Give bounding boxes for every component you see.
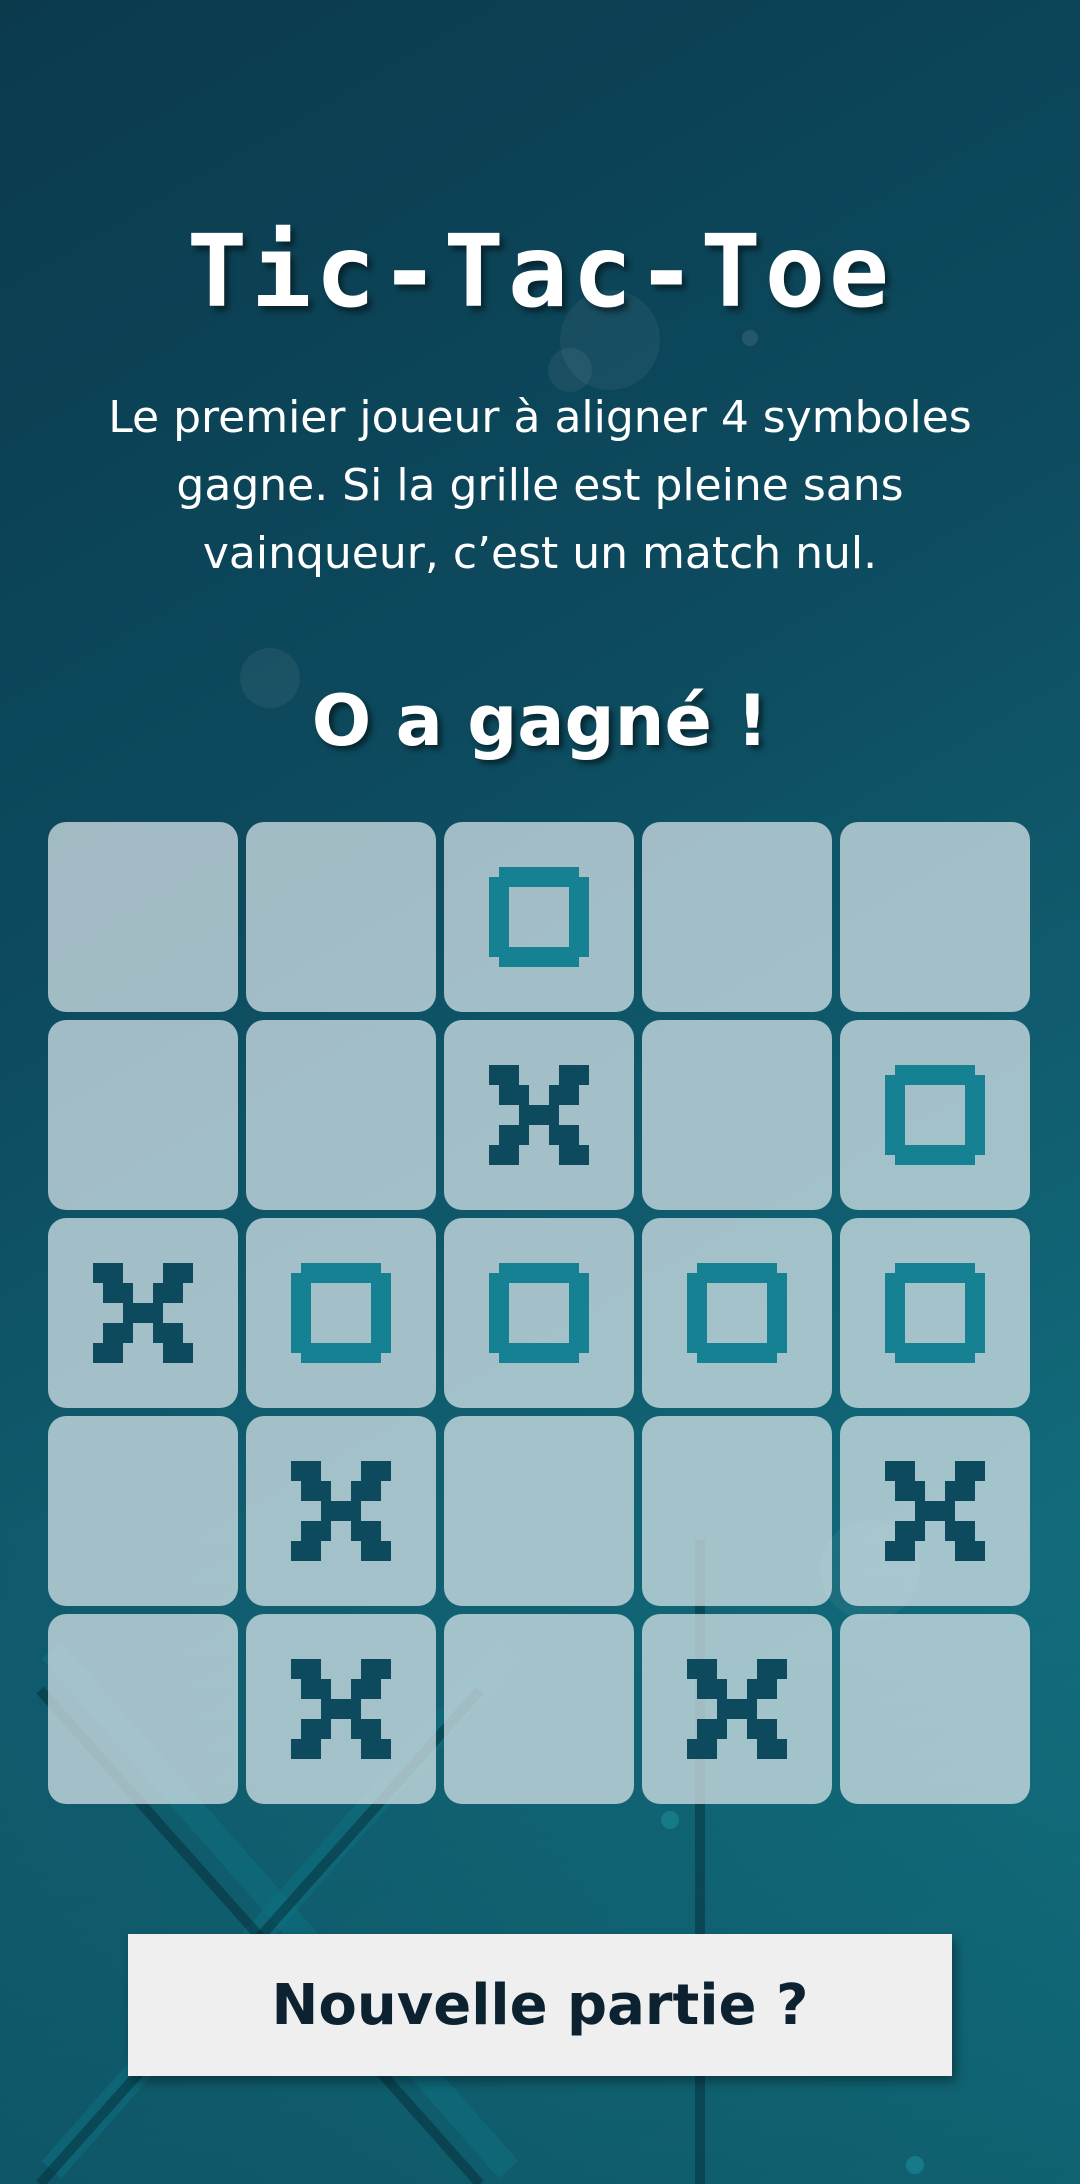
o-mark-icon bbox=[291, 1263, 391, 1363]
board-cell-r3-c3[interactable] bbox=[444, 1218, 634, 1408]
board-cell-r4-c1[interactable] bbox=[48, 1416, 238, 1606]
board-cell-r3-c2[interactable] bbox=[246, 1218, 436, 1408]
game-board bbox=[48, 822, 1034, 1808]
board-cell-r5-c5[interactable] bbox=[840, 1614, 1030, 1804]
board-cell-r3-c1[interactable] bbox=[48, 1218, 238, 1408]
x-mark-icon bbox=[885, 1461, 985, 1561]
board-cell-r5-c4[interactable] bbox=[642, 1614, 832, 1804]
board-cell-r1-c3[interactable] bbox=[444, 822, 634, 1012]
board-cell-r2-c1[interactable] bbox=[48, 1020, 238, 1210]
board-cell-r2-c2[interactable] bbox=[246, 1020, 436, 1210]
board-cell-r1-c4[interactable] bbox=[642, 822, 832, 1012]
o-mark-icon bbox=[489, 867, 589, 967]
board-cell-r2-c5[interactable] bbox=[840, 1020, 1030, 1210]
new-game-label: Nouvelle partie ? bbox=[271, 1972, 809, 2038]
o-mark-icon bbox=[489, 1263, 589, 1363]
board-cell-r2-c3[interactable] bbox=[444, 1020, 634, 1210]
x-mark-icon bbox=[489, 1065, 589, 1165]
board-cell-r5-c1[interactable] bbox=[48, 1614, 238, 1804]
o-mark-icon bbox=[885, 1065, 985, 1165]
new-game-button[interactable]: Nouvelle partie ? bbox=[128, 1934, 952, 2076]
o-mark-icon bbox=[885, 1263, 985, 1363]
o-mark-icon bbox=[687, 1263, 787, 1363]
x-mark-icon bbox=[291, 1659, 391, 1759]
board-cell-r1-c1[interactable] bbox=[48, 822, 238, 1012]
page-title: Tic-Tac-Toe bbox=[186, 213, 894, 330]
board-cell-r1-c5[interactable] bbox=[840, 822, 1030, 1012]
board-cell-r4-c5[interactable] bbox=[840, 1416, 1030, 1606]
x-mark-icon bbox=[687, 1659, 787, 1759]
board-cell-r4-c4[interactable] bbox=[642, 1416, 832, 1606]
x-mark-icon bbox=[93, 1263, 193, 1363]
board-cell-r1-c2[interactable] bbox=[246, 822, 436, 1012]
board-cell-r2-c4[interactable] bbox=[642, 1020, 832, 1210]
board-cell-r3-c5[interactable] bbox=[840, 1218, 1030, 1408]
game-status: O a gagné ! bbox=[311, 680, 769, 762]
board-cell-r3-c4[interactable] bbox=[642, 1218, 832, 1408]
board-cell-r4-c3[interactable] bbox=[444, 1416, 634, 1606]
x-mark-icon bbox=[291, 1461, 391, 1561]
board-cell-r5-c3[interactable] bbox=[444, 1614, 634, 1804]
board-cell-r4-c2[interactable] bbox=[246, 1416, 436, 1606]
rules-text: Le premier joueur à aligner 4 symboles g… bbox=[108, 392, 972, 579]
board-cell-r5-c2[interactable] bbox=[246, 1614, 436, 1804]
